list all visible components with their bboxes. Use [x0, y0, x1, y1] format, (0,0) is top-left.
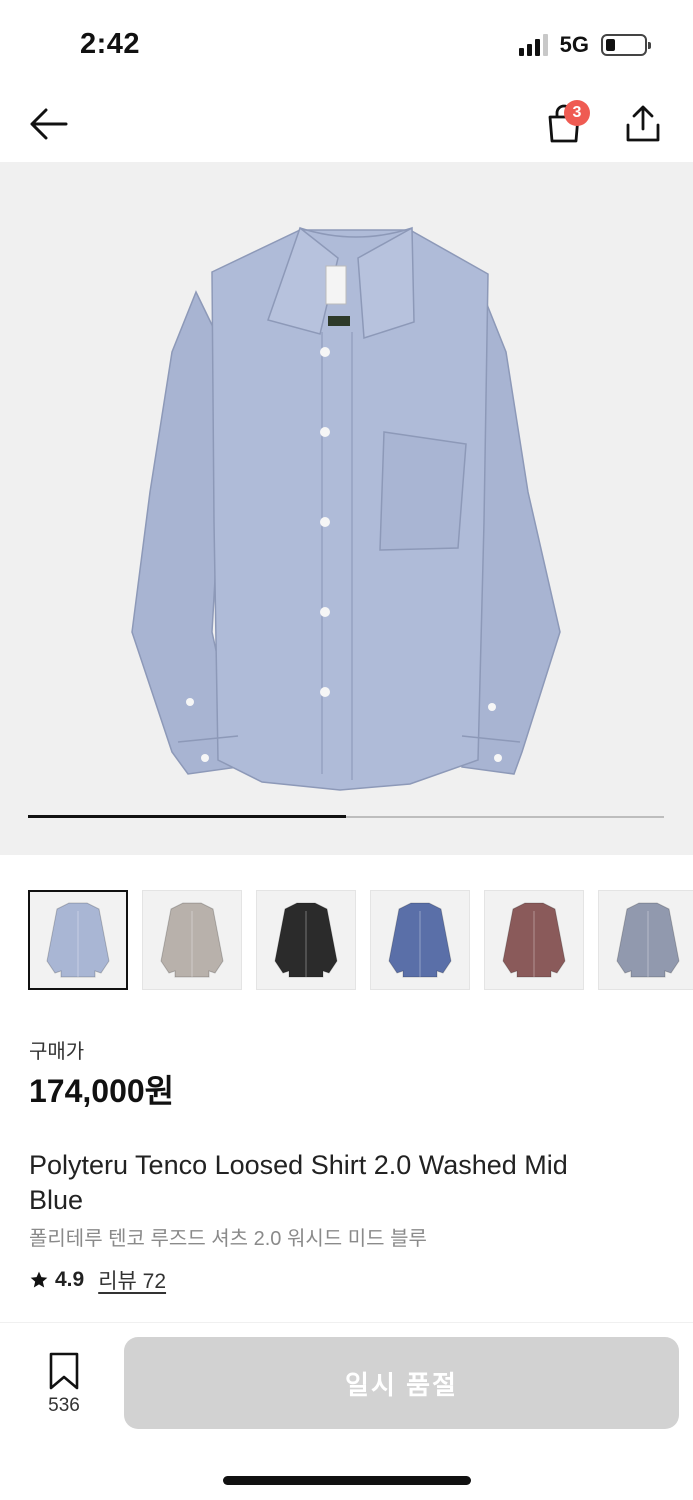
- thumbnail-shirt-image: [616, 902, 680, 978]
- shirt-image: [131, 226, 561, 791]
- bookmark-count: 536: [48, 1395, 80, 1416]
- product-name-en: Polyteru Tenco Loosed Shirt 2.0 Washed M…: [29, 1150, 568, 1215]
- arrow-left-icon: [30, 108, 68, 140]
- bookmark-icon: [49, 1352, 79, 1390]
- color-thumbnail-navy-blue[interactable]: [370, 890, 470, 990]
- thumbnail-shirt-image: [388, 902, 452, 978]
- color-thumbnail-black[interactable]: [256, 890, 356, 990]
- rating-value: 4.9: [55, 1268, 85, 1291]
- color-thumbnail-slate-blue[interactable]: [598, 890, 693, 990]
- status-indicators: 5G: [518, 32, 651, 58]
- carousel-progress-track: [28, 815, 664, 818]
- battery-icon: [601, 34, 651, 56]
- status-time: 2:42: [80, 28, 141, 60]
- sold-out-button[interactable]: 일시 품절: [124, 1337, 679, 1429]
- cart-count-badge: 3: [564, 100, 590, 126]
- thumbnail-shirt-image: [274, 902, 338, 978]
- network-label: 5G: [559, 32, 589, 57]
- signal-bars-icon: [518, 34, 548, 56]
- thumbnail-shirt-image: [160, 902, 224, 978]
- color-thumbnail-light-blue[interactable]: [28, 890, 128, 990]
- bookmark-button[interactable]: 536: [34, 1351, 94, 1417]
- star-icon: [30, 1271, 48, 1288]
- share-upload-icon: [626, 105, 660, 142]
- carousel-progress-fill: [28, 815, 346, 818]
- color-thumbnail-burgundy[interactable]: [484, 890, 584, 990]
- price-label: 구매가: [29, 1041, 85, 1063]
- share-button[interactable]: [617, 98, 669, 150]
- rating-row: 4.9 리뷰 72: [29, 1265, 166, 1295]
- reviews-link[interactable]: 리뷰 72: [98, 1265, 166, 1295]
- product-image-carousel[interactable]: [0, 162, 693, 855]
- home-indicator: [223, 1476, 471, 1485]
- thumbnail-shirt-image: [46, 902, 110, 978]
- color-thumbnail-list: [28, 890, 693, 990]
- product-price: 174,000원: [29, 1073, 175, 1109]
- status-bar: 2:42 5G: [0, 0, 693, 90]
- back-button[interactable]: [22, 98, 74, 150]
- top-nav-bar: 3: [0, 90, 693, 160]
- thumbnail-shirt-image: [502, 902, 566, 978]
- color-thumbnail-grey-beige[interactable]: [142, 890, 242, 990]
- cart-button[interactable]: 3: [538, 98, 590, 150]
- bottom-action-bar: 536 일시 품절: [0, 1322, 693, 1500]
- product-name-ko: 폴리테루 텐코 루즈드 셔츠 2.0 워시드 미드 블루: [29, 1228, 427, 1250]
